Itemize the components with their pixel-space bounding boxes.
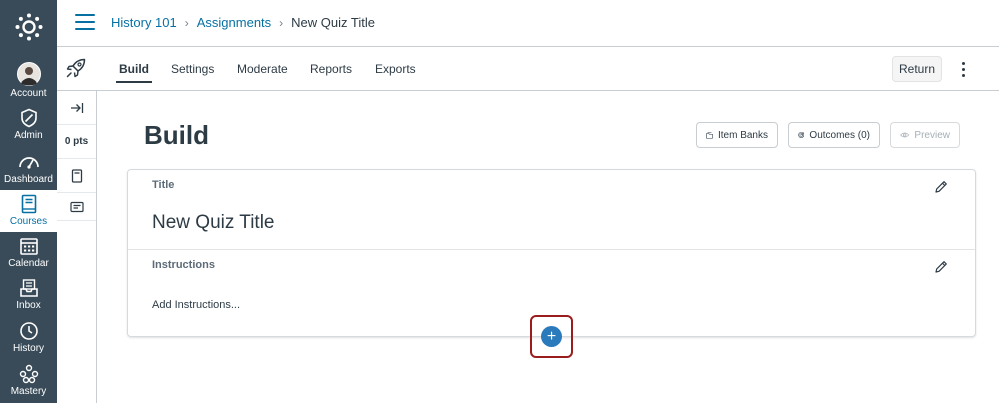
nav-account-label: Account: [10, 88, 47, 99]
item-banks-label: Item Banks: [717, 129, 768, 141]
tab-reports[interactable]: Reports: [310, 62, 352, 76]
breadcrumb-separator: ›: [184, 15, 189, 30]
breadcrumb-course-link[interactable]: History 101: [111, 15, 177, 30]
tab-moderate[interactable]: Moderate: [237, 62, 288, 76]
nav-mastery[interactable]: Mastery: [0, 360, 57, 402]
title-section-label: Title: [152, 179, 175, 191]
nodes-icon: [19, 364, 38, 384]
outcomes-label: Outcomes (0): [809, 129, 870, 141]
canvas-logo-icon[interactable]: [0, 0, 57, 54]
nav-courses-label: Courses: [9, 216, 48, 227]
target-icon: [798, 132, 805, 138]
nav-dashboard[interactable]: Dashboard: [0, 148, 57, 190]
nav-calendar-label: Calendar: [8, 258, 49, 269]
build-tool-column: 0 pts: [57, 91, 97, 403]
breadcrumb-bar: History 101 › Assignments › New Quiz Tit…: [57, 0, 999, 47]
nav-dashboard-label: Dashboard: [4, 174, 53, 185]
quiz-tab-bar: Build Settings Moderate Reports Exports …: [57, 47, 999, 91]
hamburger-menu-icon[interactable]: [75, 14, 95, 30]
instructions-section-label: Instructions: [152, 259, 215, 271]
document-icon[interactable]: [57, 159, 96, 193]
more-options-icon[interactable]: [957, 59, 969, 79]
global-nav: Account Admin Dashboard Courses Calendar…: [0, 0, 57, 403]
nav-admin-label: Admin: [14, 130, 43, 141]
shield-icon: [20, 108, 37, 128]
nav-history[interactable]: History: [0, 317, 57, 359]
expand-panel-icon[interactable]: [57, 91, 96, 125]
avatar: [16, 62, 41, 86]
breadcrumb-current: New Quiz Title: [291, 15, 375, 30]
plus-icon: +: [546, 327, 557, 345]
preview-label: Preview: [914, 129, 950, 141]
tab-exports[interactable]: Exports: [375, 62, 416, 76]
tab-build[interactable]: Build: [116, 62, 152, 83]
outcomes-button[interactable]: Outcomes (0): [788, 122, 880, 148]
speedometer-icon: [18, 157, 39, 169]
tab-settings[interactable]: Settings: [171, 62, 214, 76]
inbox-icon: [19, 279, 38, 297]
section-divider: [128, 249, 975, 250]
quiz-title[interactable]: New Quiz Title: [152, 212, 274, 234]
preview-button[interactable]: Preview: [890, 122, 960, 148]
add-item-button[interactable]: +: [541, 326, 562, 347]
eye-icon: [900, 132, 910, 138]
item-banks-icon: [706, 131, 713, 139]
item-banks-button[interactable]: Item Banks: [696, 122, 778, 148]
nav-inbox[interactable]: Inbox: [0, 274, 57, 316]
nav-courses[interactable]: Courses: [0, 190, 57, 232]
nav-history-label: History: [12, 343, 45, 354]
breadcrumb: History 101 › Assignments › New Quiz Tit…: [111, 15, 375, 30]
return-button[interactable]: Return: [892, 56, 942, 82]
breadcrumb-separator: ›: [279, 15, 284, 30]
stimulus-icon[interactable]: [57, 193, 96, 221]
clock-icon: [19, 322, 38, 340]
edit-title-pencil-icon[interactable]: [934, 180, 948, 199]
quiz-details-card: Title New Quiz Title Instructions Add In…: [127, 169, 976, 337]
points-total-label: 0 pts: [64, 136, 89, 147]
nav-calendar[interactable]: Calendar: [0, 232, 57, 274]
nav-account[interactable]: Account: [0, 58, 57, 100]
rocket-icon: [65, 57, 87, 84]
nav-inbox-label: Inbox: [16, 300, 41, 311]
instructions-placeholder[interactable]: Add Instructions...: [152, 299, 240, 311]
breadcrumb-assignments-link[interactable]: Assignments: [197, 15, 271, 30]
points-total: 0 pts: [57, 125, 96, 159]
nav-admin[interactable]: Admin: [0, 104, 57, 146]
nav-mastery-label: Mastery: [10, 386, 47, 397]
edit-instructions-pencil-icon[interactable]: [934, 260, 948, 279]
page-title: Build: [144, 120, 209, 150]
calendar-icon: [19, 238, 38, 255]
book-icon: [21, 194, 36, 214]
